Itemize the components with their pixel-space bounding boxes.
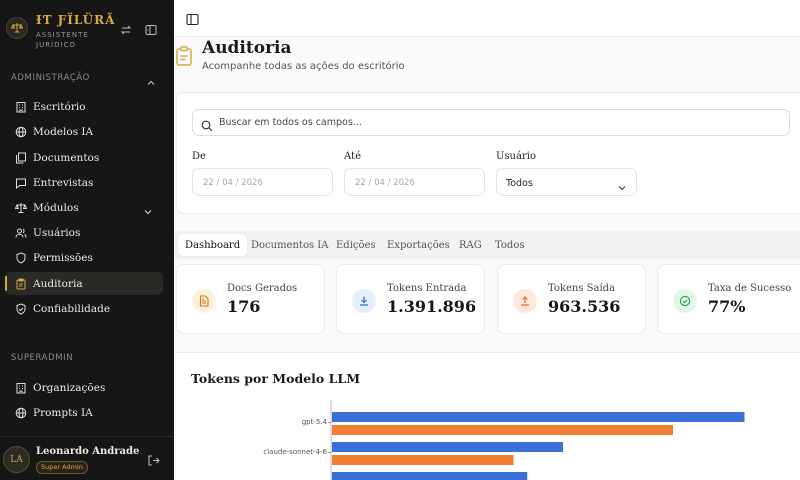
sidebar-item-label: Módulos [33, 201, 79, 214]
kpi-value: 1.391.896 [387, 297, 477, 316]
logout-icon[interactable] [147, 452, 160, 466]
sidebar-toggle-icon[interactable] [186, 11, 199, 26]
kpi-tokens-entrada: Tokens Entrada 1.391.896 [336, 264, 485, 334]
users-icon [15, 227, 27, 239]
sidebar-item-entrevistas[interactable]: Entrevistas [5, 171, 163, 194]
to-date-field[interactable]: 22 / 04 / 2026 [344, 168, 485, 196]
download-icon [352, 289, 376, 313]
sidebar-item-label: Modelos IA [33, 125, 94, 138]
chevron-down-icon [617, 178, 627, 191]
to-date-value: 22 / 04 / 2026 [355, 178, 415, 188]
avatar: LA [3, 446, 30, 473]
search-input[interactable]: Buscar em todos os campos... [192, 109, 790, 136]
shield-icon [15, 251, 27, 264]
sidebar-item-auditoria[interactable]: Auditoria [5, 272, 163, 295]
kpi-label: Docs Gerados [227, 283, 298, 294]
brand-subtitle: ASSISTENTE JURÍDICO [36, 31, 89, 49]
to-date-label: Até [344, 151, 361, 162]
kpi-value: 963.536 [548, 297, 621, 316]
tokens-by-model-chart: gpt-5.4 claude-sonnet-4-6 [263, 400, 745, 480]
document-icon [192, 289, 216, 313]
topbar [174, 0, 800, 37]
sidebar: ƗƬ ƑÏLÜRÃ ASSISTENTE JURÍDICO ADMINISTRA… [0, 0, 174, 480]
sidebar-item-confiabilidade[interactable]: Confiabilidade [5, 297, 163, 320]
chat-icon [15, 177, 27, 189]
sidebar-item-organizacoes[interactable]: Organizações [5, 376, 163, 399]
clipboard-icon [176, 46, 192, 66]
kpi-tokens-saida: Tokens Saída 963.536 [497, 264, 646, 334]
chevron-up-icon[interactable] [146, 73, 156, 85]
category-tick-label: gpt-5.4 [302, 418, 328, 426]
scale-logo-icon [6, 17, 28, 39]
globe-icon [15, 407, 27, 419]
sidebar-item-permissoes[interactable]: Permissões [5, 246, 163, 269]
from-date-field[interactable]: 22 / 04 / 2026 [192, 168, 333, 196]
role-badge: Super Admin [36, 461, 88, 474]
sidebar-item-escritorio[interactable]: Escritório [5, 95, 163, 118]
sidebar-item-label: Prompts IA [33, 406, 93, 419]
tab-edicoes[interactable]: Edições [329, 234, 383, 256]
building-icon [15, 382, 27, 394]
kpi-value: 176 [227, 297, 261, 316]
bar-series-2 [332, 425, 673, 435]
tab-exportacoes[interactable]: Exportações [380, 234, 457, 256]
search-icon [201, 117, 213, 132]
kpi-label: Tokens Saída [548, 283, 616, 294]
kpi-label: Tokens Entrada [387, 283, 467, 294]
chart-title: Tokens por Modelo LLM [191, 371, 361, 386]
section-admin-title: ADMINISTRAÇÃO [11, 73, 90, 83]
collapse-sidebar-icon[interactable] [144, 23, 158, 37]
from-date-label: De [192, 151, 206, 162]
globe-icon [15, 126, 27, 138]
kpi-value: 77% [708, 297, 746, 316]
tab-dashboard[interactable]: Dashboard [178, 234, 248, 256]
switch-icon[interactable] [119, 23, 133, 37]
brand-header: ƗƬ ƑÏLÜRÃ ASSISTENTE JURÍDICO [0, 0, 174, 60]
clipboard-icon [15, 278, 27, 290]
documents-icon [15, 152, 27, 164]
bar-series-1 [332, 412, 745, 422]
page-subtitle: Acompanhe todas as ações do escritório [202, 61, 405, 72]
kpi-taxa-sucesso: Taxa de Sucesso 77% [657, 264, 800, 334]
upload-icon [513, 289, 537, 313]
user-select-value: Todos [506, 178, 533, 189]
user-name: Leonardo Andrade [36, 446, 140, 457]
check-circle-icon [673, 289, 697, 313]
sidebar-item-documentos[interactable]: Documentos [5, 146, 163, 169]
chevron-down-icon[interactable] [143, 202, 153, 215]
search-placeholder: Buscar em todos os campos... [219, 117, 362, 128]
sidebar-item-label: Escritório [33, 100, 86, 113]
tab-rag[interactable]: RAG [452, 234, 489, 256]
page-title: Auditoria [202, 38, 292, 58]
tab-todos[interactable]: Todos [488, 234, 531, 256]
sidebar-item-usuarios[interactable]: Usuários [5, 221, 163, 244]
sidebar-item-label: Auditoria [33, 277, 83, 290]
user-select[interactable]: Todos [496, 168, 637, 196]
sidebar-item-label: Organizações [33, 381, 106, 394]
kpi-label: Taxa de Sucesso [708, 283, 792, 294]
sidebar-item-prompts-ia[interactable]: Prompts IA [5, 401, 163, 424]
user-filter-label: Usuário [496, 151, 536, 162]
tab-documentos-ia[interactable]: Documentos IA [244, 234, 335, 256]
sidebar-item-modulos[interactable]: Módulos [5, 196, 163, 219]
bar-series-2 [332, 455, 514, 465]
from-date-value: 22 / 04 / 2026 [203, 178, 263, 188]
shield-check-icon [15, 302, 27, 315]
sidebar-item-label: Confiabilidade [33, 302, 111, 315]
kpi-docs-gerados: Docs Gerados 176 [176, 264, 325, 334]
sidebar-item-label: Entrevistas [33, 176, 94, 189]
bar-series-1 [332, 442, 563, 452]
bar-series-1 [332, 472, 528, 480]
building-icon [15, 101, 27, 113]
category-tick-label: claude-sonnet-4-6 [263, 448, 327, 456]
section-superadmin-title: SUPERADMIN [11, 353, 74, 363]
sidebar-item-label: Documentos [33, 151, 100, 164]
scale-icon [15, 202, 27, 214]
brand-name: ƗƬ ƑÏLÜRÃ [36, 13, 116, 27]
sidebar-item-label: Permissões [33, 251, 93, 264]
sidebar-item-modelos-ia[interactable]: Modelos IA [5, 120, 163, 143]
sidebar-item-label: Usuários [33, 226, 81, 239]
